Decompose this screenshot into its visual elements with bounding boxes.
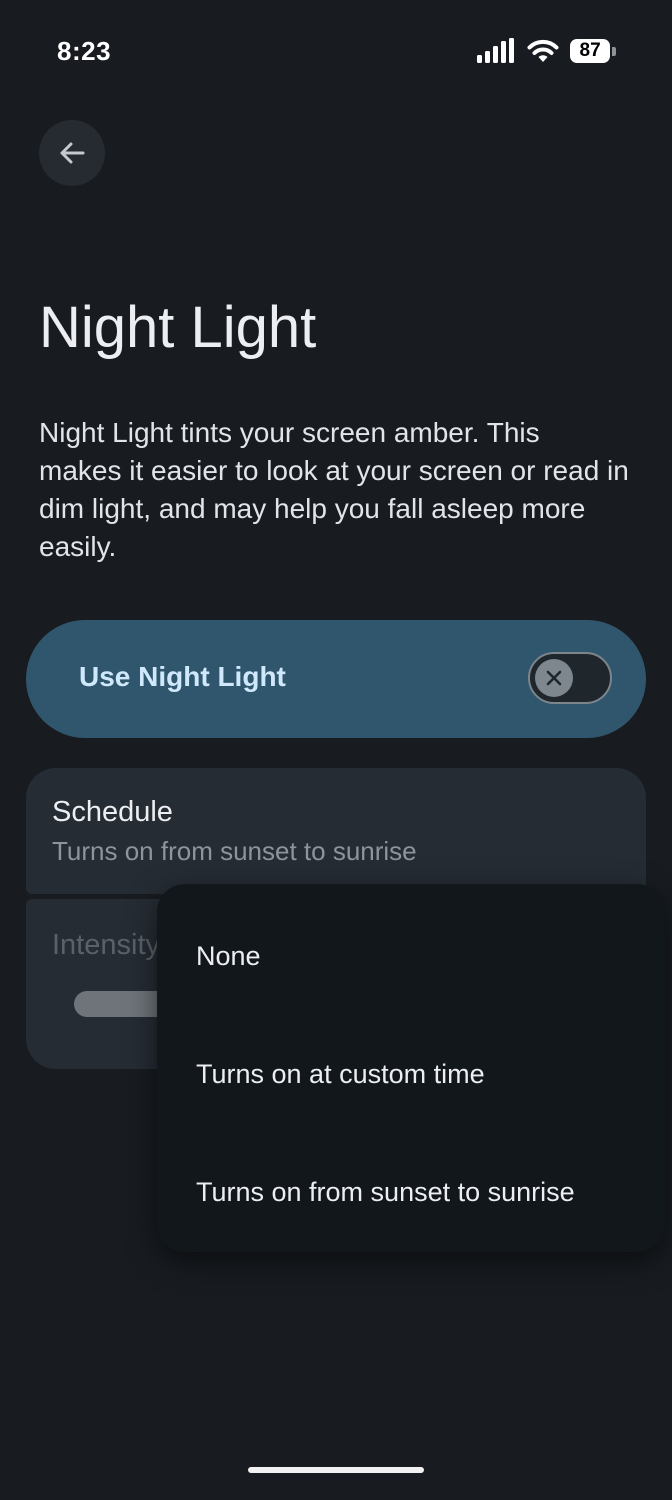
battery-level: 87 xyxy=(570,39,611,63)
status-icons: 87 xyxy=(476,38,616,64)
page-title: Night Light xyxy=(39,295,317,360)
menu-item-none[interactable]: None xyxy=(157,906,665,1006)
schedule-dropdown-menu: None Turns on at custom time Turns on fr… xyxy=(157,884,665,1252)
back-button[interactable] xyxy=(39,120,105,186)
battery-icon: 87 xyxy=(570,38,616,64)
wifi-icon xyxy=(527,39,559,62)
page-description: Night Light tints your screen amber. Thi… xyxy=(39,417,629,562)
home-indicator[interactable] xyxy=(248,1467,424,1473)
intensity-title: Intensity xyxy=(52,929,160,961)
signal-bars-icon xyxy=(477,38,514,63)
schedule-title: Schedule xyxy=(52,796,173,828)
use-night-light-label: Use Night Light xyxy=(79,661,286,692)
night-light-settings-screen: 8:23 87 Night Light Night Light tints yo… xyxy=(0,0,672,1500)
status-time: 8:23 xyxy=(57,36,112,66)
use-night-light-toggle-row[interactable]: Use Night Light xyxy=(26,620,646,738)
menu-item-sunset-to-sunrise[interactable]: Turns on from sunset to sunrise xyxy=(157,1142,665,1242)
schedule-setting[interactable]: Schedule Turns on from sunset to sunrise xyxy=(26,768,646,894)
schedule-value: Turns on from sunset to sunrise xyxy=(52,836,417,866)
menu-item-custom-time[interactable]: Turns on at custom time xyxy=(157,1024,665,1124)
close-icon xyxy=(546,670,562,686)
use-night-light-switch[interactable] xyxy=(528,652,612,704)
switch-thumb xyxy=(535,659,573,697)
arrow-back-icon xyxy=(60,142,85,164)
